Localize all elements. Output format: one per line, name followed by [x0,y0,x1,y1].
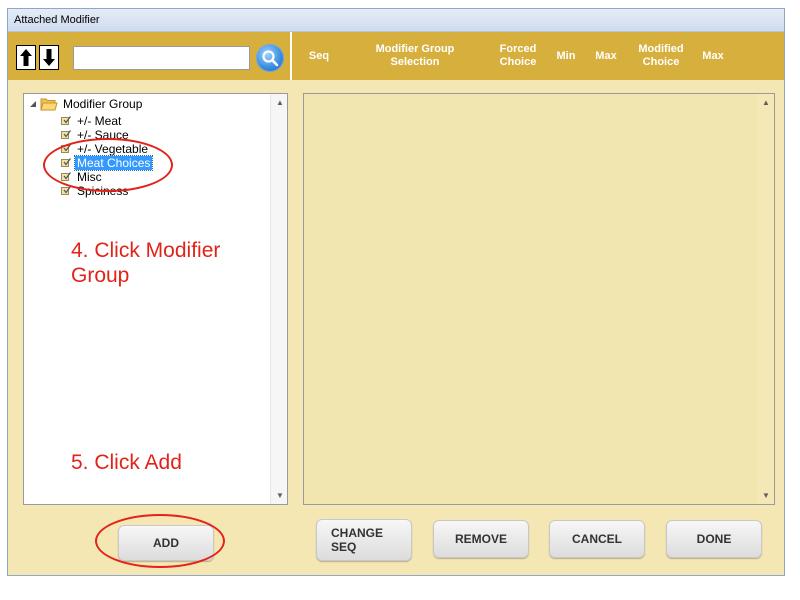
scroll-down-arrow-icon[interactable]: ▼ [276,491,284,500]
tree-root-label: Modifier Group [63,97,143,111]
change-seq-button[interactable]: CHANGE SEQ [316,519,412,561]
checklist-icon [61,116,71,125]
tree-item-meat[interactable]: +/- Meat [61,113,123,128]
folder-icon [40,98,58,111]
scroll-up-arrow-icon[interactable]: ▲ [762,98,770,107]
title-bar: Attached Modifier [8,9,784,32]
window-title: Attached Modifier [14,14,100,26]
done-button[interactable]: DONE [666,520,762,558]
column-max-2: Max [702,49,724,62]
column-modifier-group-selection: Modifier Group Selection [375,43,455,68]
column-max: Max [595,49,617,62]
move-down-button[interactable] [39,45,59,70]
scroll-down-arrow-icon[interactable]: ▼ [762,491,770,500]
highlight-ellipse-add-button [95,514,225,568]
instruction-step-4: 4. Click Modifier Group [71,239,221,287]
cancel-button[interactable]: CANCEL [549,520,645,558]
magnifier-icon [262,50,279,67]
modifier-table-header: Seq Modifier Group Selection Forced Choi… [290,32,784,80]
attached-modifier-window: Attached Modifier Seq Modifier Group Sel… [7,8,785,576]
search-input[interactable] [73,46,250,70]
tree-root-modifier-group[interactable]: Modifier Group [29,97,142,111]
tree-item-label: +/- Meat [77,113,122,128]
search-button[interactable] [256,44,284,72]
instruction-step-5: 5. Click Add [71,451,182,474]
arrow-up-icon [20,49,32,66]
arrow-down-icon [43,49,55,66]
column-seq: Seq [308,49,330,62]
column-min: Min [556,49,576,62]
checklist-icon [61,130,71,139]
highlight-ellipse-tree-item [43,138,173,192]
attached-modifier-list[interactable]: ▲ ▼ [303,93,775,505]
expand-triangle-icon [30,101,36,107]
column-modified-choice: Modified Choice [638,43,684,68]
move-up-button[interactable] [16,45,36,70]
checklist-icon [61,186,71,195]
column-forced-choice: Forced Choice [499,43,537,68]
remove-button[interactable]: REMOVE [433,520,529,558]
tree-toolbar [8,32,290,80]
scroll-up-arrow-icon[interactable]: ▲ [276,98,284,107]
list-scrollbar[interactable]: ▲ ▼ [757,94,774,504]
tree-scrollbar[interactable]: ▲ ▼ [270,94,287,504]
